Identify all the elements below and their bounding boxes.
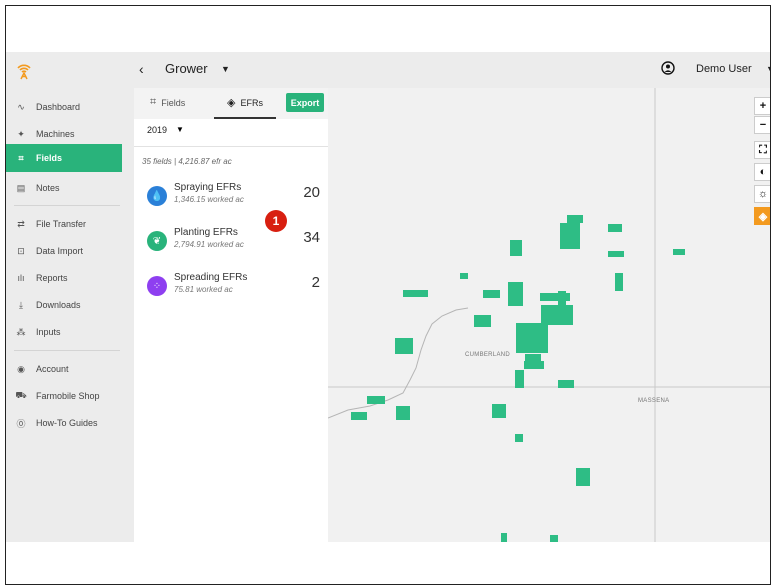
droplet-icon: 💧 xyxy=(147,186,167,206)
fullscreen-icon[interactable]: ⛶ xyxy=(754,141,770,159)
annotation-badge: 1 xyxy=(265,210,287,232)
efr-count: 2 xyxy=(311,274,320,291)
tab-label: Fields xyxy=(161,97,186,108)
fields-summary: 35 fields | 4,216.87 efr ac xyxy=(142,157,232,166)
panel-tabs: ⌗ Fields ◈ EFRs Export xyxy=(134,88,328,119)
download-icon: ⤓ xyxy=(19,299,23,310)
zoom-out-button[interactable]: − xyxy=(754,116,770,134)
sidebar-item-inputs[interactable]: ⁂ Inputs xyxy=(6,319,122,345)
grower-caret-icon[interactable]: ▼ xyxy=(221,64,230,74)
efr-item-planting[interactable]: ❦ Planting EFRs 2,794.91 worked ac 34 xyxy=(134,223,328,263)
year-caret-icon[interactable]: ▼ xyxy=(176,125,184,134)
efr-name: Spraying EFRs xyxy=(174,182,242,193)
export-button[interactable]: Export xyxy=(286,93,324,112)
sidebar-item-label: Data Import xyxy=(36,246,84,256)
field-polygons xyxy=(351,215,685,542)
sidebar-item-label: Dashboard xyxy=(36,102,81,112)
map-view[interactable]: CUMBERLAND MASSENA xyxy=(328,88,770,542)
sidebar-item-farmobile-shop[interactable]: ⛟ Farmobile Shop xyxy=(6,383,122,409)
efr-item-spreading[interactable]: ⁘ Spreading EFRs 75.81 worked ac 2 xyxy=(134,268,328,308)
app-window: ‹ Grower ▼ Demo User ▼ ∿ Dashboard ✦ Mac… xyxy=(6,52,770,542)
sidebar-item-label: File Transfer xyxy=(36,219,87,229)
globe-icon[interactable]: ◐ xyxy=(754,163,770,181)
efr-panel: ⌗ Fields ◈ EFRs Export 2019 ▼ 35 fields … xyxy=(134,88,328,542)
sidebar-item-label: How-To Guides xyxy=(36,418,98,428)
efr-name: Spreading EFRs xyxy=(174,272,248,283)
efr-name: Planting EFRs xyxy=(174,227,238,238)
year-selector[interactable]: 2019 xyxy=(147,125,167,135)
user-avatar-icon[interactable] xyxy=(661,61,675,75)
back-icon[interactable]: ‹ xyxy=(139,61,144,77)
sidebar-item-data-import[interactable]: ⊡ Data Import xyxy=(6,238,122,264)
efr-count: 34 xyxy=(303,229,320,246)
sidebar-item-label: Machines xyxy=(36,129,75,139)
leaf-icon: ❦ xyxy=(147,231,167,251)
sidebar-item-label: Downloads xyxy=(36,300,81,310)
account-icon: ◉ xyxy=(17,363,25,374)
sidebar-item-fields[interactable]: ⌗ Fields xyxy=(6,144,122,172)
sidebar-item-file-transfer[interactable]: ⇄ File Transfer xyxy=(6,211,122,237)
sidebar-item-label: Inputs xyxy=(36,327,61,337)
brightness-icon[interactable]: ☼ xyxy=(754,185,770,203)
zoom-in-button[interactable]: + xyxy=(754,97,770,115)
cart-icon: ⛟ xyxy=(15,390,27,400)
efr-worked-acres: 1,346.15 worked ac xyxy=(174,195,244,204)
town-label: MASSENA xyxy=(638,398,670,404)
grower-selector[interactable]: Grower xyxy=(165,61,208,76)
tab-fields[interactable]: ⌗ Fields xyxy=(150,88,185,117)
sidebar-item-label: Account xyxy=(36,364,69,374)
import-icon: ⊡ xyxy=(17,245,25,256)
farmobile-logo-icon xyxy=(17,64,31,80)
sidebar-divider xyxy=(14,205,120,206)
sidebar: ∿ Dashboard ✦ Machines ⌗ Fields ▤ Notes … xyxy=(6,88,134,542)
sidebar-divider xyxy=(14,350,120,351)
user-menu[interactable]: Demo User xyxy=(696,63,752,75)
sidebar-item-label: Reports xyxy=(36,273,68,283)
tab-efrs[interactable]: ◈ EFRs xyxy=(214,88,276,119)
sidebar-item-dashboard[interactable]: ∿ Dashboard xyxy=(6,94,122,120)
field-icon: ⌗ xyxy=(18,152,24,163)
spread-icon: ⁘ xyxy=(147,276,167,296)
layers-toggle-icon[interactable]: ◈ xyxy=(754,207,770,225)
sidebar-item-label: Fields xyxy=(36,153,63,163)
sidebar-item-notes[interactable]: ▤ Notes xyxy=(6,175,122,201)
sidebar-item-account[interactable]: ◉ Account xyxy=(6,356,122,382)
sidebar-item-reports[interactable]: ılı Reports xyxy=(6,265,122,291)
panel-divider xyxy=(134,146,328,147)
sidebar-item-label: Farmobile Shop xyxy=(36,391,100,401)
help-icon: ⓪ xyxy=(16,418,26,429)
efr-count: 20 xyxy=(303,184,320,201)
sidebar-item-downloads[interactable]: ⤓ Downloads xyxy=(6,292,122,318)
tab-label: EFRs xyxy=(240,97,263,108)
inputs-icon: ⁂ xyxy=(16,326,26,337)
town-label: CUMBERLAND xyxy=(465,352,511,358)
transfer-icon: ⇄ xyxy=(17,218,25,229)
efr-worked-acres: 2,794.91 worked ac xyxy=(174,240,244,249)
machine-icon: ✦ xyxy=(17,128,25,139)
activity-icon: ∿ xyxy=(17,101,25,112)
screenshot-frame: ‹ Grower ▼ Demo User ▼ ∿ Dashboard ✦ Mac… xyxy=(5,5,771,585)
layers-icon: ◈ xyxy=(227,97,236,109)
user-caret-icon[interactable]: ▼ xyxy=(766,64,770,74)
efr-worked-acres: 75.81 worked ac xyxy=(174,285,233,294)
notes-icon: ▤ xyxy=(16,182,26,193)
field-outline-icon: ⌗ xyxy=(150,96,157,108)
map-layer xyxy=(328,88,770,542)
top-bar: ‹ Grower ▼ Demo User ▼ xyxy=(6,52,770,88)
reports-icon: ılı xyxy=(17,273,25,283)
sidebar-item-label: Notes xyxy=(36,183,60,193)
sidebar-item-how-to-guides[interactable]: ⓪ How-To Guides xyxy=(6,410,122,436)
efr-item-spraying[interactable]: 💧 Spraying EFRs 1,346.15 worked ac 20 xyxy=(134,178,328,218)
